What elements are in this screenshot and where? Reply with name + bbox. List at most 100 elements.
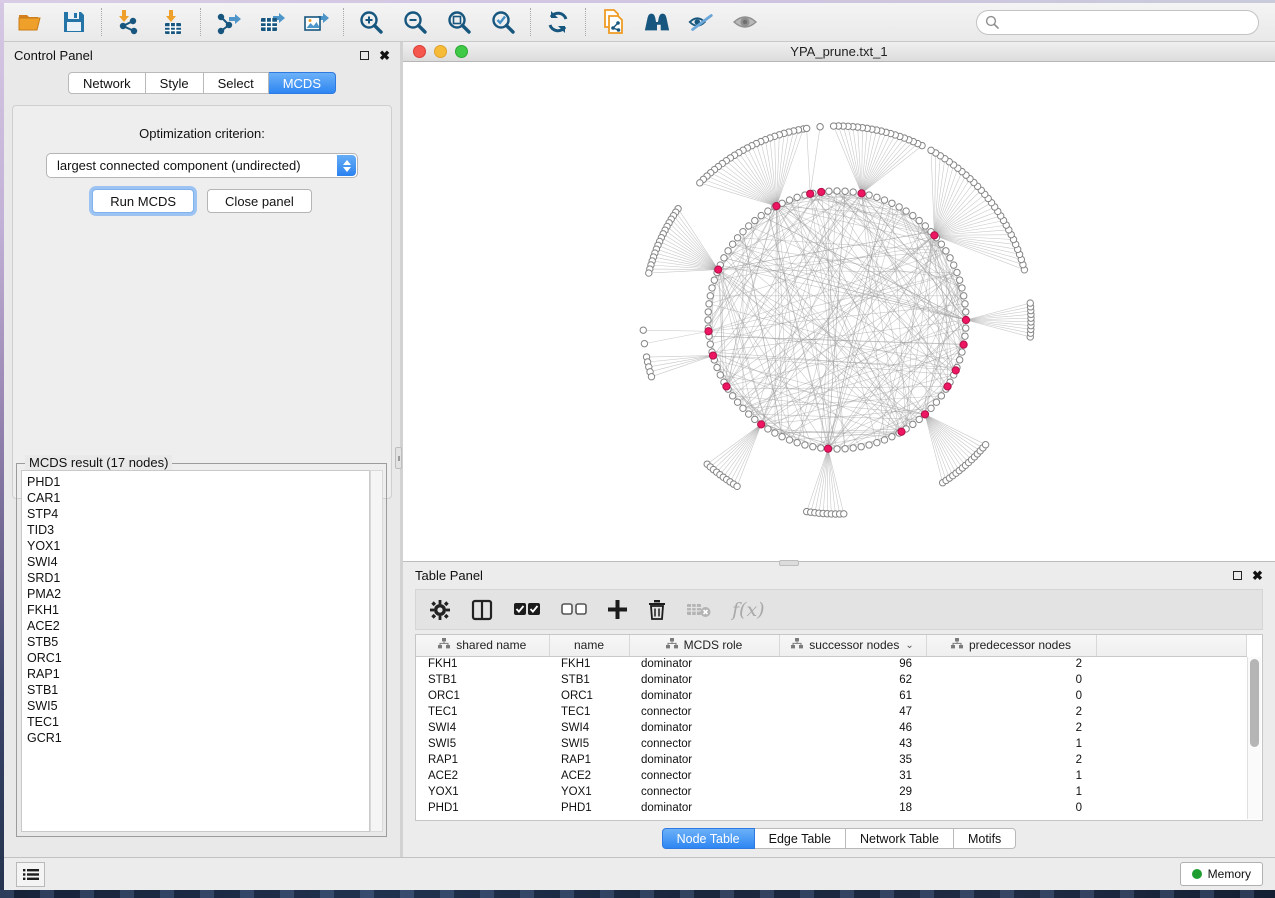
mcds-result-item[interactable]: PHD1 xyxy=(27,474,369,490)
horizontal-splitter-handle[interactable] xyxy=(779,560,799,566)
network-node[interactable] xyxy=(960,341,967,348)
network-node[interactable] xyxy=(850,189,856,195)
network-node[interactable] xyxy=(794,194,800,200)
network-node[interactable] xyxy=(858,444,864,450)
table-row[interactable]: SWI5SWI5connector431 xyxy=(416,736,1246,752)
table-cell[interactable]: TEC1 xyxy=(549,704,629,720)
zoom-selected-icon[interactable] xyxy=(489,8,517,36)
network-node[interactable] xyxy=(745,223,751,229)
network-node[interactable] xyxy=(921,411,928,418)
network-node[interactable] xyxy=(734,483,740,489)
deselect-all-icon[interactable] xyxy=(561,603,587,616)
export-image-icon[interactable] xyxy=(302,8,330,36)
network-node[interactable] xyxy=(824,445,831,452)
table-cell[interactable]: 1 xyxy=(926,784,1096,800)
table-cell[interactable]: 43 xyxy=(779,736,926,752)
network-node[interactable] xyxy=(916,416,922,422)
network-node[interactable] xyxy=(745,411,751,417)
network-node[interactable] xyxy=(740,405,746,411)
network-node[interactable] xyxy=(842,446,848,452)
mcds-result-item[interactable]: RAP1 xyxy=(27,666,369,682)
network-node[interactable] xyxy=(933,399,939,405)
tab-mcds[interactable]: MCDS xyxy=(269,72,336,94)
show-all-icon[interactable] xyxy=(731,8,759,36)
table-row[interactable]: RAP1RAP1dominator352 xyxy=(416,752,1246,768)
network-node[interactable] xyxy=(858,190,865,197)
table-cell[interactable]: FKH1 xyxy=(416,656,549,672)
network-node[interactable] xyxy=(959,285,965,291)
table-cell[interactable]: connector xyxy=(629,784,779,800)
network-node[interactable] xyxy=(956,357,962,363)
column-header-predecessor-nodes[interactable]: predecessor nodes xyxy=(926,635,1096,656)
table-cell[interactable]: SWI4 xyxy=(416,720,549,736)
network-canvas[interactable] xyxy=(403,62,1275,561)
column-header-MCDS-role[interactable]: MCDS role xyxy=(629,635,779,656)
network-node[interactable] xyxy=(786,197,792,203)
network-node[interactable] xyxy=(734,399,740,405)
table-row[interactable]: SWI4SWI4dominator462 xyxy=(416,720,1246,736)
network-node[interactable] xyxy=(943,248,949,254)
network-node[interactable] xyxy=(834,188,840,194)
mcds-result-item[interactable]: TID3 xyxy=(27,522,369,538)
network-node[interactable] xyxy=(896,204,902,210)
network-node[interactable] xyxy=(707,341,713,347)
mcds-result-item[interactable]: PMA2 xyxy=(27,586,369,602)
network-node[interactable] xyxy=(947,255,953,261)
delete-column-icon[interactable] xyxy=(648,599,666,620)
network-node[interactable] xyxy=(866,192,872,198)
mcds-result-item[interactable]: TEC1 xyxy=(27,714,369,730)
first-neighbors-icon[interactable] xyxy=(643,8,671,36)
network-node[interactable] xyxy=(951,262,957,268)
table-cell[interactable]: dominator xyxy=(629,688,779,704)
network-node[interactable] xyxy=(729,241,735,247)
table-cell[interactable]: 2 xyxy=(926,720,1096,736)
optimization-criterion-select[interactable]: largest connected component (undirected) xyxy=(46,153,358,178)
table-cell[interactable]: dominator xyxy=(629,800,779,816)
delete-table-icon[interactable] xyxy=(687,602,711,618)
table-cell[interactable]: TEC1 xyxy=(416,704,549,720)
table-row[interactable]: YOX1YOX1connector291 xyxy=(416,784,1246,800)
network-node[interactable] xyxy=(709,285,715,291)
table-cell[interactable]: SWI5 xyxy=(416,736,549,752)
network-node[interactable] xyxy=(963,309,969,315)
network-node[interactable] xyxy=(952,367,959,374)
network-node[interactable] xyxy=(963,325,969,331)
network-node[interactable] xyxy=(758,212,764,218)
run-mcds-button[interactable]: Run MCDS xyxy=(92,189,194,213)
tab-network[interactable]: Network xyxy=(68,72,146,94)
network-node[interactable] xyxy=(903,208,909,214)
network-node[interactable] xyxy=(938,241,944,247)
table-cell[interactable]: SWI4 xyxy=(549,720,629,736)
zoom-in-icon[interactable] xyxy=(357,8,385,36)
table-cell[interactable]: 0 xyxy=(926,800,1096,816)
column-header-name[interactable]: name xyxy=(549,635,629,656)
vertical-splitter-handle[interactable] xyxy=(395,447,402,469)
tab-style[interactable]: Style xyxy=(146,72,204,94)
mcds-result-item[interactable]: STP4 xyxy=(27,506,369,522)
table-cell[interactable]: 62 xyxy=(779,672,926,688)
network-node[interactable] xyxy=(962,333,968,339)
table-row[interactable]: ACE2ACE2connector311 xyxy=(416,768,1246,784)
network-node[interactable] xyxy=(982,442,988,448)
table-cell[interactable]: connector xyxy=(629,736,779,752)
network-node[interactable] xyxy=(874,439,880,445)
network-node[interactable] xyxy=(752,217,758,223)
network-node[interactable] xyxy=(646,270,652,276)
network-node[interactable] xyxy=(729,393,735,399)
mcds-result-scrollbar[interactable] xyxy=(370,470,383,832)
network-node[interactable] xyxy=(916,217,922,223)
table-cell[interactable]: dominator xyxy=(629,672,779,688)
export-network-icon[interactable] xyxy=(214,8,242,36)
table-row[interactable]: ORC1ORC1dominator610 xyxy=(416,688,1246,704)
network-node[interactable] xyxy=(881,437,887,443)
table-cell[interactable]: dominator xyxy=(629,752,779,768)
table-cell[interactable]: YOX1 xyxy=(549,784,629,800)
network-node[interactable] xyxy=(817,124,823,130)
network-node[interactable] xyxy=(961,293,967,299)
refresh-layout-icon[interactable] xyxy=(544,8,572,36)
zoom-out-icon[interactable] xyxy=(401,8,429,36)
network-node[interactable] xyxy=(956,277,962,283)
table-cell[interactable]: ORC1 xyxy=(416,688,549,704)
table-cell[interactable]: connector xyxy=(629,704,779,720)
network-node[interactable] xyxy=(889,434,895,440)
